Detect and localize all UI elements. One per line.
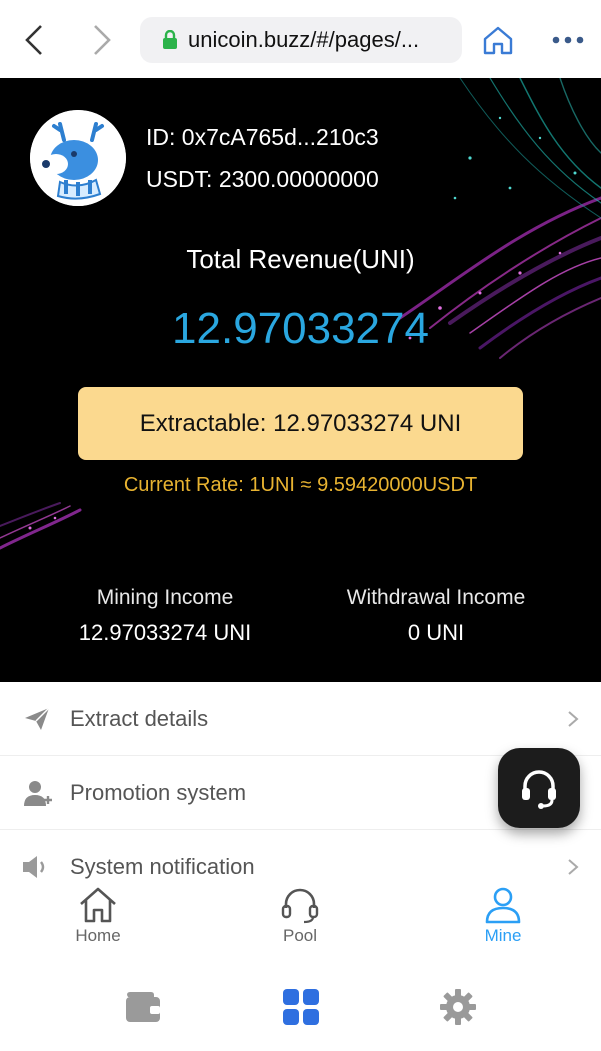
withdrawal-income-label: Withdrawal Income [346, 586, 526, 609]
total-revenue-label: Total Revenue(UNI) [186, 244, 415, 274]
current-rate: Current Rate: 1UNI ≈ 9.59420000USDT [123, 474, 478, 496]
headset-icon [281, 888, 319, 924]
chevron-left-icon [25, 25, 42, 55]
grid-icon [283, 989, 319, 1025]
home-icon [80, 887, 116, 923]
total-revenue-value: 12.97033274 [172, 304, 429, 353]
tab-label: Pool [282, 926, 318, 945]
mining-income: Mining Income 12.97033274 UNI [15, 586, 315, 646]
revenue-hero: ID: 0x7cA765d...210c3 USDT: 2300.0000000… [0, 78, 601, 682]
bottom-tab-bar: Home Pool Mine [0, 880, 601, 960]
browser-home-button[interactable] [478, 20, 518, 60]
wallet-button[interactable] [120, 984, 166, 1030]
more-dots-icon [552, 36, 584, 44]
customer-support-button[interactable] [498, 748, 580, 828]
usdt-balance: USDT: 2300.00000000 [146, 166, 379, 192]
mining-income-label: Mining Income [96, 586, 234, 609]
apps-button[interactable] [278, 984, 324, 1030]
settings-button[interactable] [435, 984, 481, 1030]
menu-item-label: Promotion system [70, 779, 247, 805]
url-text: unicoin.buzz/#/pages/... [188, 27, 420, 52]
speaker-icon [20, 850, 54, 884]
tab-label: Mine [484, 926, 522, 945]
reindeer-avatar-icon [30, 110, 126, 206]
browser-dock [0, 960, 601, 1051]
add-user-icon [20, 776, 54, 810]
address-bar[interactable]: unicoin.buzz/#/pages/... [140, 17, 462, 63]
tab-pool[interactable]: Pool [240, 886, 360, 946]
user-icon [485, 887, 521, 924]
paper-plane-icon [20, 702, 54, 736]
more-button[interactable] [545, 22, 591, 58]
headset-icon [522, 770, 556, 809]
tab-label: Home [75, 926, 121, 945]
back-button[interactable] [14, 20, 54, 60]
forward-button[interactable] [82, 20, 122, 60]
tab-mine[interactable]: Mine [443, 886, 563, 946]
home-outline-icon [483, 26, 513, 55]
tab-home[interactable]: Home [38, 886, 158, 946]
chevron-right-icon [563, 709, 583, 729]
chevron-right-icon [94, 25, 111, 55]
extract-button[interactable]: Extractable: 12.97033274 UNI [78, 387, 523, 460]
withdrawal-income-value: 0 UNI [407, 620, 465, 645]
browser-toolbar: unicoin.buzz/#/pages/... [0, 0, 601, 78]
menu-item-label: System notification [70, 854, 255, 879]
gear-icon [440, 989, 476, 1025]
lock-icon [163, 30, 177, 49]
wallet-icon [126, 992, 160, 1022]
withdrawal-income: Withdrawal Income 0 UNI [286, 586, 586, 646]
menu-item-extract-details[interactable]: Extract details [0, 682, 601, 756]
chevron-right-icon [563, 857, 583, 877]
user-id: ID: 0x7cA765d...210c3 [146, 124, 379, 150]
menu-item-label: Extract details [70, 705, 209, 731]
avatar[interactable] [30, 110, 126, 206]
mining-income-value: 12.97033274 UNI [78, 620, 252, 645]
